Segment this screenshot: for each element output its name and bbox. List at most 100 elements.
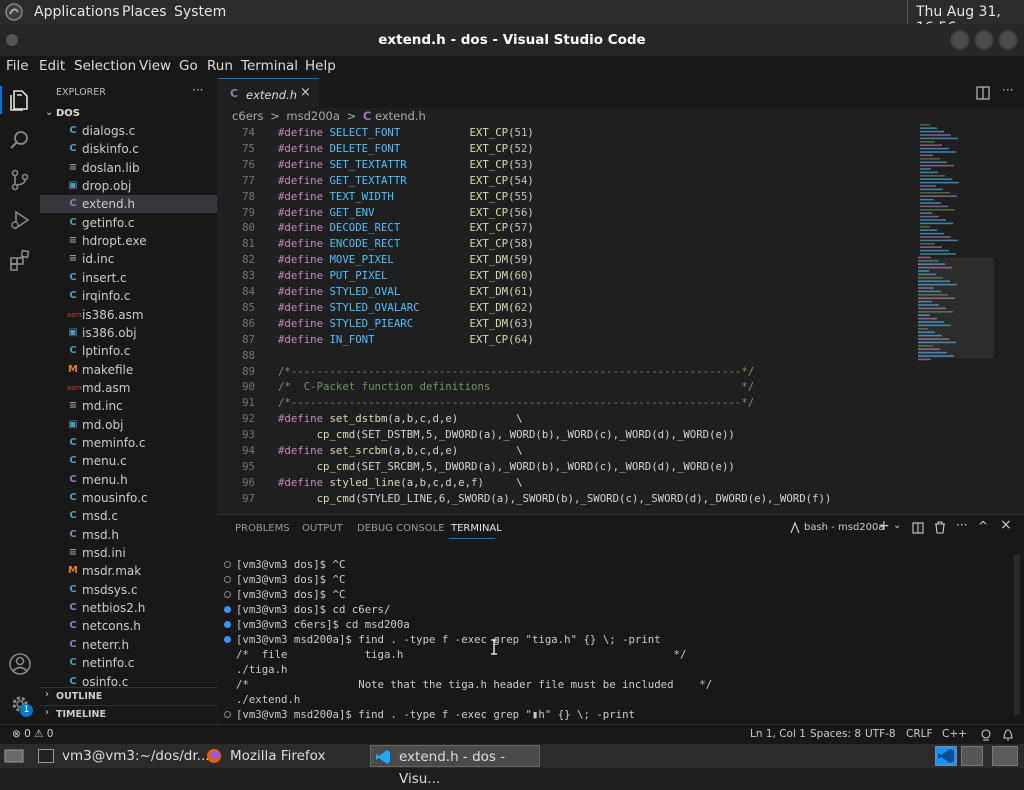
minimap-slider[interactable] [918,258,994,358]
code-editor[interactable]: 74 #define SELECT_FONT EXT_CP(51) 75 #define… [218,125,918,514]
line-ending[interactable]: CRLF [906,728,933,740]
menu-view[interactable]: View [139,58,171,74]
encoding[interactable]: UTF-8 [865,728,896,740]
window-menu-icon[interactable] [6,34,18,46]
cursor-position[interactable]: Ln 1, Col 1 [750,728,806,740]
folder-dos[interactable]: ⌄ DOS [40,107,217,123]
minimize-button[interactable] [950,30,970,50]
file-item[interactable]: ≡ msd.ini [40,544,217,562]
language-mode[interactable]: C++ [942,728,967,740]
terminal-output[interactable]: [vm3@vm3 dos]$ ^C [vm3@vm3 dos]$ ^C [vm3@v… [218,557,1018,725]
close-panel-icon[interactable]: × [1000,517,1012,533]
timeline-section[interactable]: › TIMELINE [40,705,217,723]
file-item[interactable]: Cextend.h [40,195,217,214]
applications-menu[interactable]: Applications [34,4,120,20]
breadcrumb-extend-h[interactable]: extend.h [375,109,426,123]
system-menu[interactable]: System [174,4,226,20]
task-vscode[interactable]: extend.h - dos - Visu... [370,745,540,787]
new-terminal-plus-icon[interactable]: + [878,518,890,534]
menu-file[interactable]: File [6,58,29,74]
file-item[interactable]: Cnetbios2.h [40,599,217,617]
file-item[interactable]: Cnetinfo.c [40,654,217,672]
file-item[interactable]: Mmakefile [40,361,217,379]
file-item[interactable]: asm is386.asm [40,306,217,324]
file-item[interactable]: Cmsd.c [40,507,217,525]
file-item[interactable]: Cmenu.h [40,471,217,489]
task-terminal[interactable]: vm3@vm3:~/dos/dr... [36,745,210,767]
split-terminal-icon[interactable] [912,522,924,534]
menu-run[interactable]: Run [207,58,233,74]
file-item[interactable]: Cmsdsys.c [40,581,217,599]
terminal-dropdown-icon[interactable]: ⌄ [893,520,901,531]
trash-icon[interactable] [992,746,1018,766]
file-item[interactable]: ▣ md.obj [40,416,217,434]
workspace-1[interactable] [935,746,957,766]
window-titlebar[interactable]: extend.h - dos - Visual Studio Code [0,24,1024,56]
editor-more-icon[interactable]: ··· [1002,83,1013,97]
file-item[interactable]: Clptinfo.c [40,342,217,360]
indentation[interactable]: Spaces: 8 [810,728,861,740]
panel-more-icon[interactable]: ··· [956,518,967,532]
explorer-icon[interactable] [8,88,32,112]
file-item[interactable]: ▣ is386.obj [40,324,217,342]
file-item[interactable]: Cmsd.h [40,526,217,544]
run-debug-icon[interactable] [8,208,32,232]
menu-help[interactable]: Help [305,58,336,74]
file-item[interactable]: Cmenu.c [40,452,217,470]
file-item[interactable]: Cirqinfo.c [40,287,217,305]
file-item[interactable]: Cgetinfo.c [40,214,217,232]
gnome-foot-icon[interactable] [4,2,24,22]
maximize-button[interactable] [974,30,994,50]
warnings-count[interactable]: ⚠ 0 [34,728,53,740]
task-firefox[interactable]: Mozilla Firefox [204,745,364,767]
file-item[interactable]: Mmsdr.mak [40,562,217,580]
menu-terminal[interactable]: Terminal [241,58,298,74]
file-item[interactable]: ≡ md.inc [40,397,217,415]
notifications-bell-icon[interactable] [1002,728,1014,741]
kill-terminal-trash-icon[interactable] [934,521,946,534]
minimap-line [920,236,951,238]
account-icon[interactable] [8,652,32,676]
terminal-selector[interactable]: bash - msd200a [790,520,910,536]
tab-debug-console[interactable]: DEBUG CONSOLE [357,523,445,534]
terminal-scrollbar[interactable] [1014,555,1020,715]
menu-go[interactable]: Go [179,58,198,74]
menu-edit[interactable]: Edit [39,58,65,74]
file-item[interactable]: ≡ hdropt.exe [40,232,217,250]
outline-section[interactable]: › OUTLINE [40,687,217,705]
file-item[interactable]: Cdiskinfo.c [40,140,217,158]
file-item[interactable]: Cinsert.c [40,269,217,287]
menu-selection[interactable]: Selection [74,58,136,74]
tab-terminal[interactable]: TERMINAL [451,523,502,534]
file-item[interactable]: Cneterr.h [40,636,217,654]
source-control-icon[interactable] [8,168,32,192]
file-item[interactable]: ≡ doslan.lib [40,159,217,177]
file-item[interactable]: asm md.asm [40,379,217,397]
close-window-button[interactable] [998,30,1018,50]
errors-count[interactable]: ⊗ 0 [12,728,31,740]
feedback-icon[interactable] [980,729,992,741]
minimap[interactable] [918,122,1008,514]
file-item[interactable]: Cdialogs.c [40,122,217,140]
breadcrumb-msd200a[interactable]: msd200a [286,109,340,123]
file-item[interactable]: Cmeminfo.c [40,434,217,452]
file-item[interactable]: ▣ drop.obj [40,177,217,195]
file-item[interactable]: ≡ id.inc [40,250,217,268]
breadcrumb-c6ers[interactable]: c6ers [232,109,263,123]
line-number: 80 [242,221,255,235]
places-menu[interactable]: Places [122,4,167,20]
file-item[interactable]: Cmousinfo.c [40,489,217,507]
tab-problems[interactable]: PROBLEMS [235,523,290,534]
tab-extend-h[interactable]: C extend.h × [218,78,319,108]
tab-output[interactable]: OUTPUT [302,523,343,534]
workspace-2[interactable] [961,746,983,766]
explorer-more-button[interactable]: ··· [192,83,203,97]
extensions-icon[interactable] [8,248,32,272]
close-tab-icon[interactable]: × [300,85,311,100]
split-editor-icon[interactable] [976,86,990,100]
file-item[interactable]: Cnetcons.h [40,617,217,635]
maximize-panel-chevron-up-icon[interactable]: ^ [978,519,988,533]
search-icon[interactable] [8,128,32,152]
macro-function-name: styled_line [329,475,401,489]
show-desktop-icon[interactable] [4,748,24,764]
